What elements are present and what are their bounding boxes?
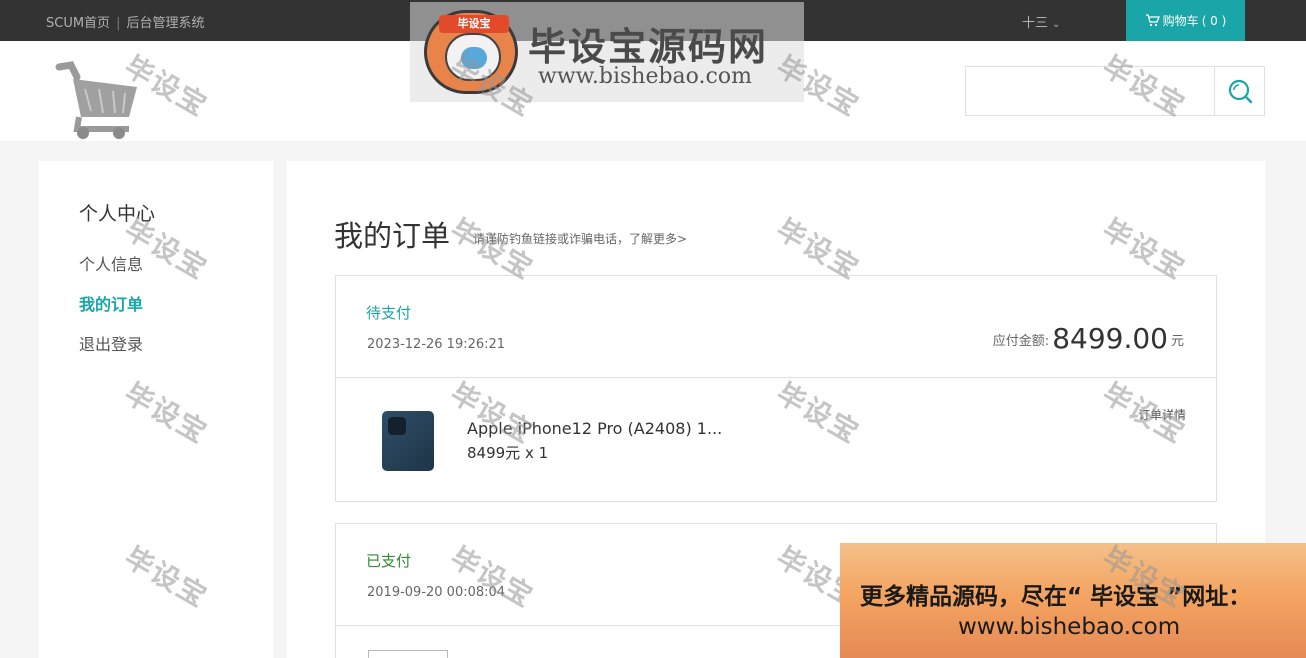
watermark-logo-icon: 毕设宝 — [424, 10, 518, 94]
shopping-cart-logo-icon — [55, 61, 137, 139]
camera-icon — [388, 417, 406, 435]
watermark-title: 毕设宝源码网 — [528, 25, 769, 69]
search-input[interactable] — [965, 66, 1215, 116]
order-detail-link[interactable]: 订单详情 — [1138, 406, 1186, 423]
promo-url: www.bishebao.com — [958, 614, 1181, 640]
watermark-banner: 毕设宝 毕设宝源码网 www.bishebao.com — [410, 2, 804, 102]
sidebar-item-orders[interactable]: 我的订单 — [79, 291, 143, 315]
username: 十三 — [1022, 16, 1049, 31]
cart-count: ( 0 ) — [1201, 13, 1227, 28]
watermark-badge-label: 毕设宝 — [439, 15, 509, 33]
promo-banner: 更多精品源码，尽在“ 毕设宝 ”网址： www.bishebao.com — [840, 543, 1306, 658]
user-menu[interactable]: 十三 ⌄ — [1022, 12, 1060, 31]
order-divider — [336, 377, 1216, 378]
logo[interactable] — [55, 59, 145, 141]
product-thumbnail[interactable] — [382, 411, 434, 471]
promo-line-1: 更多精品源码，尽在“ 毕设宝 ”网址： — [860, 584, 1252, 610]
cart-button[interactable]: 购物车( 0 ) — [1126, 0, 1245, 41]
amount-value: 8499.00 — [1052, 322, 1168, 355]
watermark-logo-eye — [461, 47, 487, 69]
link-separator: | — [116, 16, 121, 31]
order-date: 2019-09-20 00:08:04 — [367, 585, 506, 600]
cart-icon — [1145, 14, 1160, 27]
sidebar-item-profile[interactable]: 个人信息 — [79, 251, 143, 275]
product-price-qty: 8499元 x 1 — [467, 444, 549, 462]
order-date: 2023-12-26 19:26:21 — [367, 337, 506, 352]
search-icon — [1228, 79, 1252, 104]
order-amount: 应付金额: 8499.00 元 — [993, 322, 1184, 355]
product-name[interactable]: Apple iPhone12 Pro (A2408) 1... — [467, 419, 722, 438]
sidebar: 个人中心 个人信息 我的订单 退出登录 — [39, 161, 273, 658]
amount-label: 应付金额: — [992, 334, 1050, 349]
page-title: 我的订单 — [334, 219, 451, 253]
watermark-logo-face — [445, 33, 501, 81]
sidebar-heading: 个人中心 — [79, 203, 156, 225]
fraud-tip-link[interactable]: 请谨防钓鱼链接或诈骗电话，了解更多> — [473, 230, 687, 247]
admin-link[interactable]: 后台管理系统 — [126, 12, 204, 31]
order-status: 已支付 — [366, 552, 412, 570]
order-card: 待支付 2023-12-26 19:26:21 应付金额: 8499.00 元 Ap… — [335, 275, 1217, 502]
top-links: SCUM首页 | 后台管理系统 — [46, 12, 204, 31]
sidebar-item-logout[interactable]: 退出登录 — [79, 331, 143, 355]
cart-label: 购物车 — [1162, 14, 1199, 28]
order-status: 待支付 — [366, 304, 412, 322]
amount-unit: 元 — [1170, 334, 1184, 349]
watermark-url: www.bishebao.com — [538, 64, 752, 89]
home-link[interactable]: SCUM首页 — [46, 12, 110, 31]
chevron-down-icon: ⌄ — [1052, 19, 1061, 30]
broken-image-icon[interactable] — [368, 650, 448, 658]
search-button[interactable] — [1215, 66, 1265, 116]
